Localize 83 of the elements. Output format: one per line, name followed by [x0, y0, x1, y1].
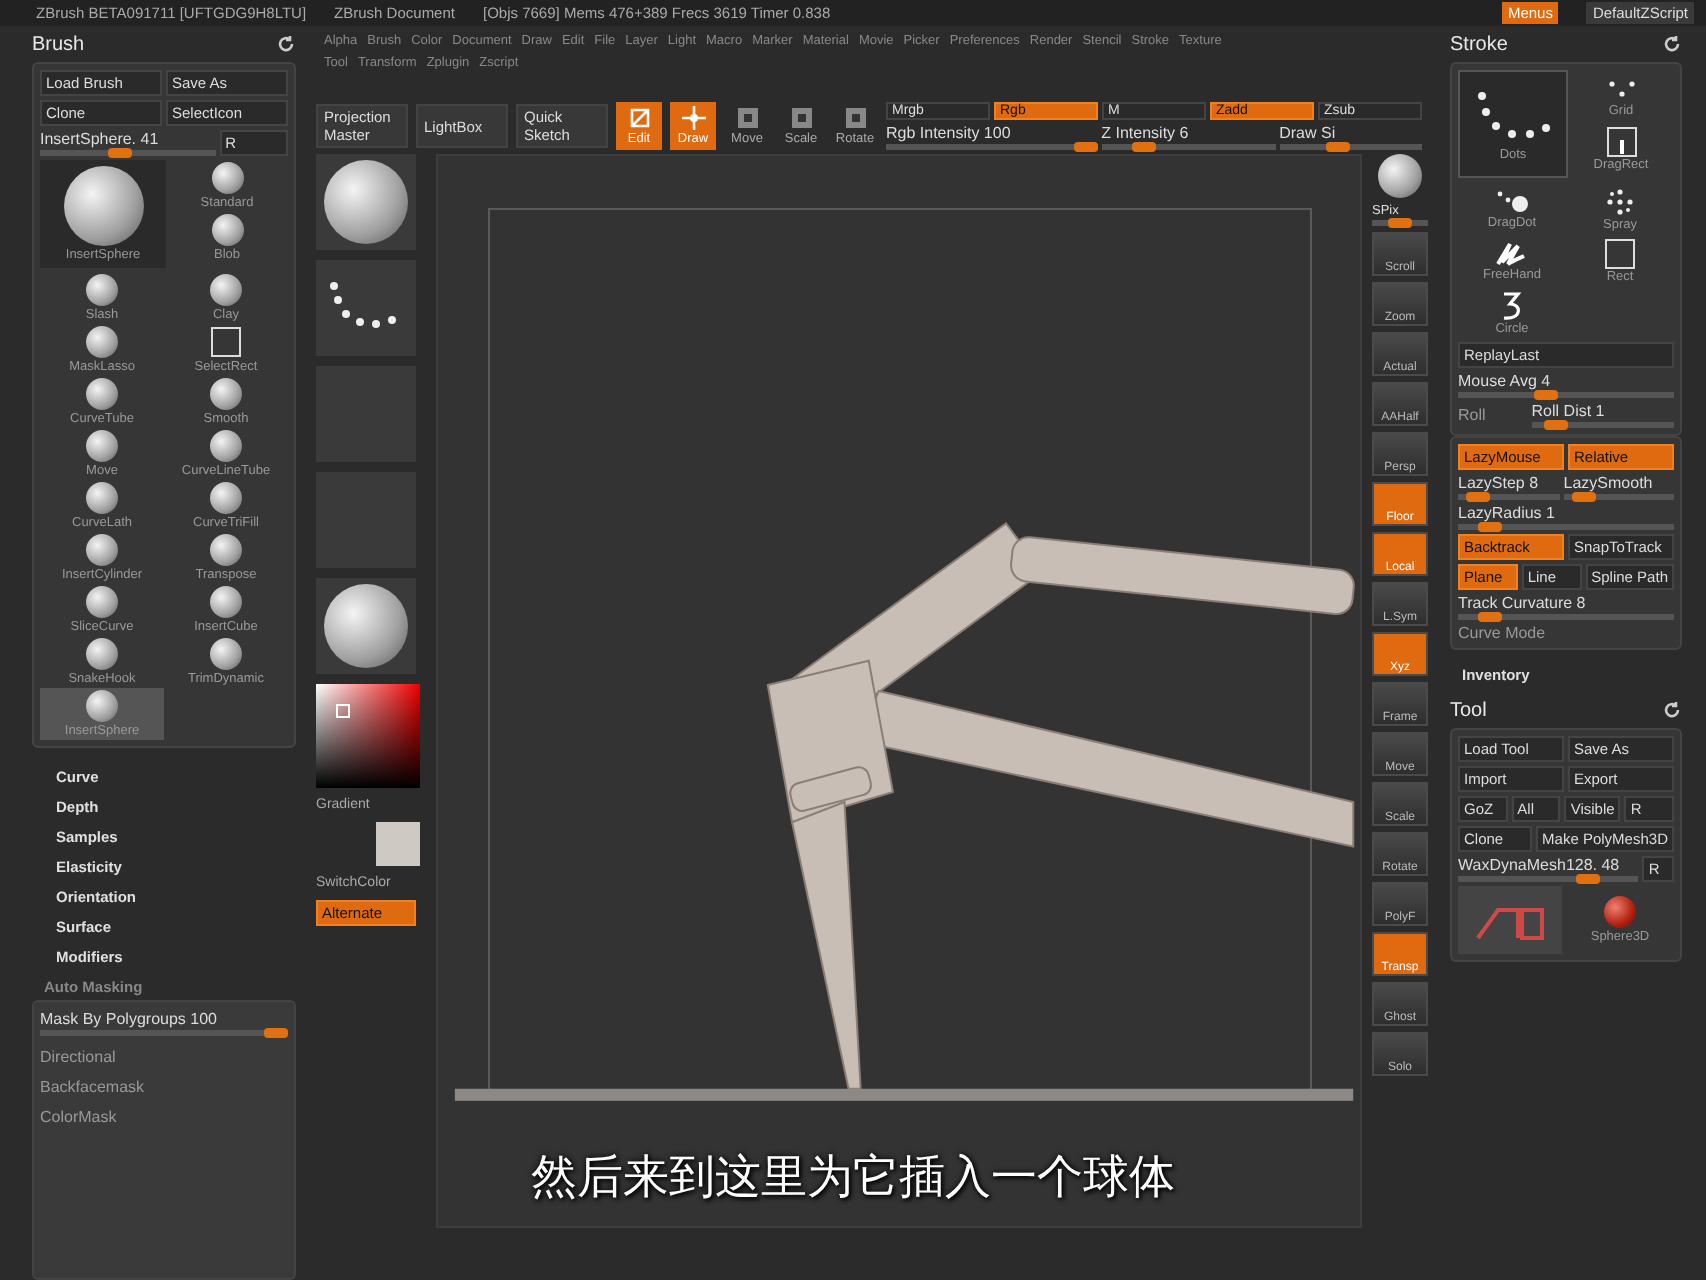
spray-icon [1604, 185, 1636, 217]
slider-thumb[interactable] [1388, 218, 1412, 228]
square-icon [1604, 237, 1636, 269]
slider-label: WaxDynaMesh128. 48 [1458, 856, 1622, 874]
cube-icon [841, 104, 869, 132]
arm-model-drawing[interactable] [766, 522, 1357, 1090]
slider-thumb[interactable] [1477, 522, 1502, 532]
material-sphere-icon[interactable] [1378, 154, 1422, 198]
square-icon [210, 326, 242, 358]
slider-label: Mouse Avg 4 [1458, 372, 1553, 390]
slider-label: Draw Si [1279, 124, 1338, 142]
sphere-icon [210, 534, 242, 566]
slider-label: Z Intensity 6 [1101, 124, 1191, 142]
color-swatch[interactable] [376, 822, 420, 866]
slider-label: LazyRadius 1 [1458, 504, 1557, 522]
slider-thumb[interactable] [264, 1028, 288, 1038]
sphere-icon [210, 274, 242, 306]
sphere-icon [324, 584, 408, 668]
palette-title[interactable]: Brush [32, 33, 85, 55]
option-label: Backfacemask [40, 1078, 147, 1096]
option-label: Roll [1458, 406, 1488, 424]
slider-label: Rgb Intensity 100 [886, 124, 1013, 142]
curl-icon [1498, 289, 1526, 321]
slider-thumb[interactable] [1572, 492, 1597, 502]
slider-label: InsertSphere. 41 [40, 130, 161, 148]
slider-thumb[interactable] [1073, 142, 1098, 152]
option-label: Directional [40, 1048, 118, 1066]
subtitle-caption: 然后来到这里为它插入一个球体 [531, 1150, 1175, 1208]
slider-label: LazyStep 8 [1458, 474, 1541, 492]
sphere-icon [210, 482, 242, 514]
sphere-icon [86, 638, 118, 670]
refresh-icon [1662, 700, 1682, 720]
sphere-icon [86, 534, 118, 566]
slider-thumb[interactable] [108, 148, 132, 158]
slider-thumb[interactable] [1543, 420, 1568, 430]
sphere-icon [63, 166, 143, 246]
option-label: ColorMask [40, 1108, 119, 1126]
sphere-icon [86, 378, 118, 410]
sphere-icon [210, 378, 242, 410]
cube-icon [787, 104, 815, 132]
slider-thumb[interactable] [1477, 612, 1502, 622]
document-canvas[interactable] [436, 154, 1362, 1228]
framed-stroke-icon [1605, 125, 1637, 157]
slider-thumb[interactable] [1465, 492, 1490, 502]
edit-icon [625, 104, 653, 132]
slider-label: Track Curvature 8 [1458, 594, 1588, 612]
sphere-icon [210, 586, 242, 618]
slider-thumb[interactable] [1534, 390, 1559, 400]
sphere-icon [1604, 896, 1636, 928]
color-picker[interactable] [316, 684, 420, 788]
slider-label: Roll Dist 1 [1531, 402, 1607, 420]
sphere-icon [86, 690, 118, 722]
slider-label: Mask By Polygroups 100 [40, 1010, 219, 1028]
crosshair-icon [679, 104, 707, 132]
palette-title[interactable]: Stroke [1450, 33, 1508, 55]
material-thumbnail[interactable] [316, 578, 416, 674]
squiggle-icon [1494, 239, 1530, 267]
palette-title[interactable]: Tool [1450, 699, 1487, 721]
dots-icon [1605, 75, 1637, 103]
slider-thumb[interactable] [1326, 142, 1351, 152]
sphere-icon [86, 430, 118, 462]
slider-label: LazySmooth [1563, 474, 1655, 492]
slider-track[interactable] [1372, 220, 1428, 226]
material-thumbnail[interactable] [316, 154, 416, 250]
option-label: Curve Mode [1458, 624, 1548, 642]
sphere-icon [86, 274, 118, 306]
refresh-icon [276, 34, 296, 54]
sphere-icon [210, 638, 242, 670]
sphere-icon [324, 160, 408, 244]
tool-thumbnail[interactable] [1458, 886, 1562, 954]
sphere-icon [211, 162, 243, 194]
refresh-icon [1662, 34, 1682, 54]
sphere-icon [210, 430, 242, 462]
sphere-icon [86, 326, 118, 358]
cube-icon [733, 104, 761, 132]
sphere-icon [86, 586, 118, 618]
slider-thumb[interactable] [1131, 142, 1156, 152]
dots-icon [1494, 187, 1530, 215]
stroke-thumbnail[interactable] [316, 260, 416, 356]
slider-thumb[interactable] [1575, 874, 1600, 884]
sphere-icon [86, 482, 118, 514]
picker-cursor-icon [336, 704, 350, 718]
sphere-icon [211, 214, 243, 246]
